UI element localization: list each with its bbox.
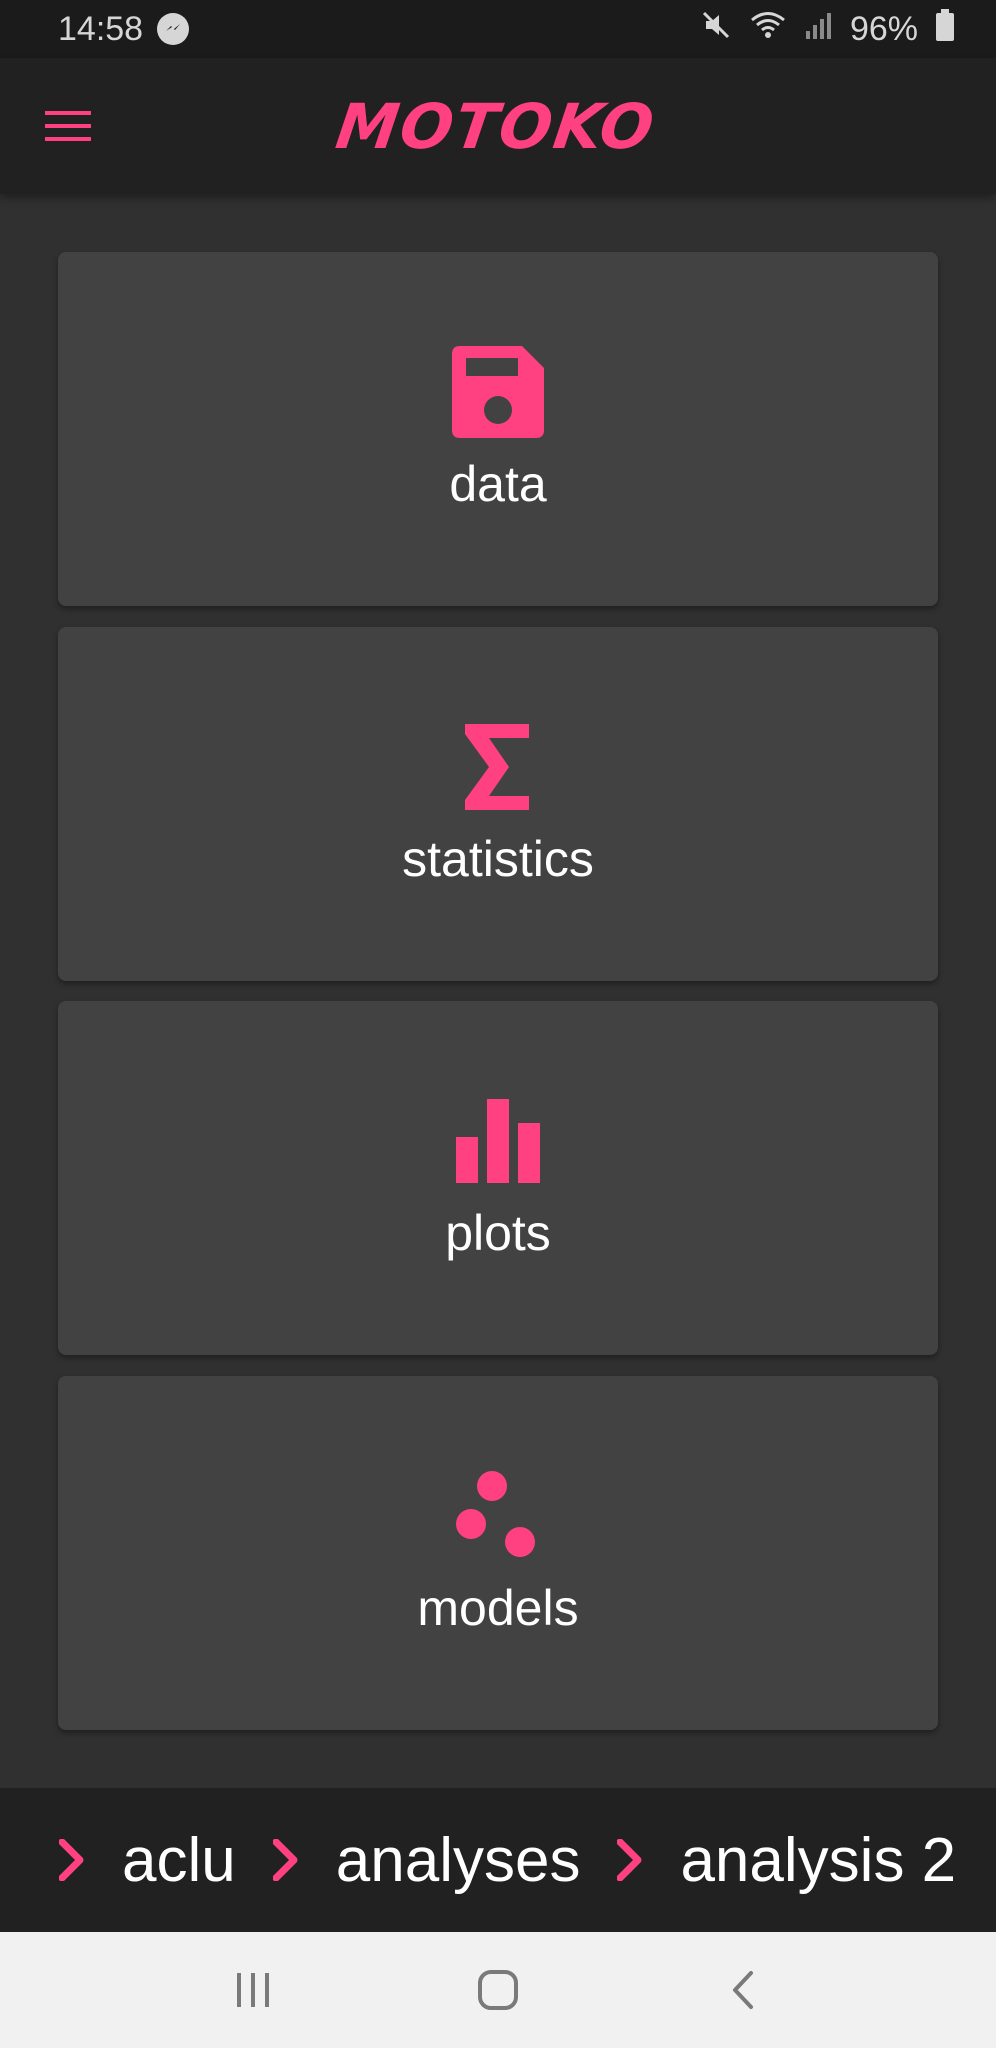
back-icon: [733, 1971, 754, 2009]
breadcrumb: aclu analyses analysis 2: [0, 1788, 996, 1932]
app-logo: MOTOKO: [331, 89, 661, 163]
card-models[interactable]: models: [58, 1376, 938, 1730]
back-button[interactable]: [703, 1950, 783, 2030]
status-time: 14:58: [58, 9, 144, 48]
chevron-right-icon: [610, 1835, 650, 1885]
breadcrumb-label: analysis 2: [680, 1825, 957, 1895]
status-bar: 14:58 96%: [0, 0, 996, 58]
mute-icon: [700, 9, 732, 50]
chevron-right-icon: [266, 1835, 306, 1885]
battery-level: 96%: [849, 9, 918, 48]
system-nav-bar: [0, 1932, 996, 2048]
card-plots[interactable]: plots: [58, 1001, 938, 1355]
breadcrumb-item-analysis-2[interactable]: analysis 2: [610, 1825, 986, 1896]
home-button[interactable]: [458, 1950, 538, 2030]
chevron-right-icon: [52, 1835, 92, 1885]
breadcrumb-item-analyses[interactable]: analyses: [266, 1825, 611, 1896]
card-label-data: data: [449, 456, 547, 512]
breadcrumb-label: aclu: [122, 1825, 236, 1895]
battery-icon: [934, 8, 956, 51]
status-right: 96%: [700, 8, 956, 51]
sigma-icon: [450, 719, 546, 815]
card-statistics[interactable]: statistics: [58, 627, 938, 981]
wifi-icon: [748, 9, 788, 50]
menu-button[interactable]: [36, 98, 100, 154]
bar-chart-icon: [450, 1093, 546, 1189]
card-label-statistics: statistics: [402, 831, 594, 887]
card-label-plots: plots: [445, 1205, 551, 1261]
app-bar: MOTOKO: [0, 58, 996, 194]
status-left: 14:58: [58, 9, 190, 49]
breadcrumb-label: analyses: [335, 1825, 581, 1895]
recent-apps-button[interactable]: [213, 1950, 293, 2030]
breadcrumb-item-aclu[interactable]: aclu: [52, 1825, 266, 1896]
messenger-icon: [157, 13, 190, 45]
signal-icon: [804, 9, 834, 50]
scatter-dots-icon: [450, 1468, 546, 1564]
home-icon: [477, 1970, 518, 2010]
floppy-disk-icon: [450, 344, 546, 440]
hamburger-menu-icon: [45, 111, 91, 141]
card-label-models: models: [417, 1580, 579, 1636]
recent-apps-icon: [236, 1973, 269, 2007]
card-data[interactable]: data: [58, 252, 938, 606]
